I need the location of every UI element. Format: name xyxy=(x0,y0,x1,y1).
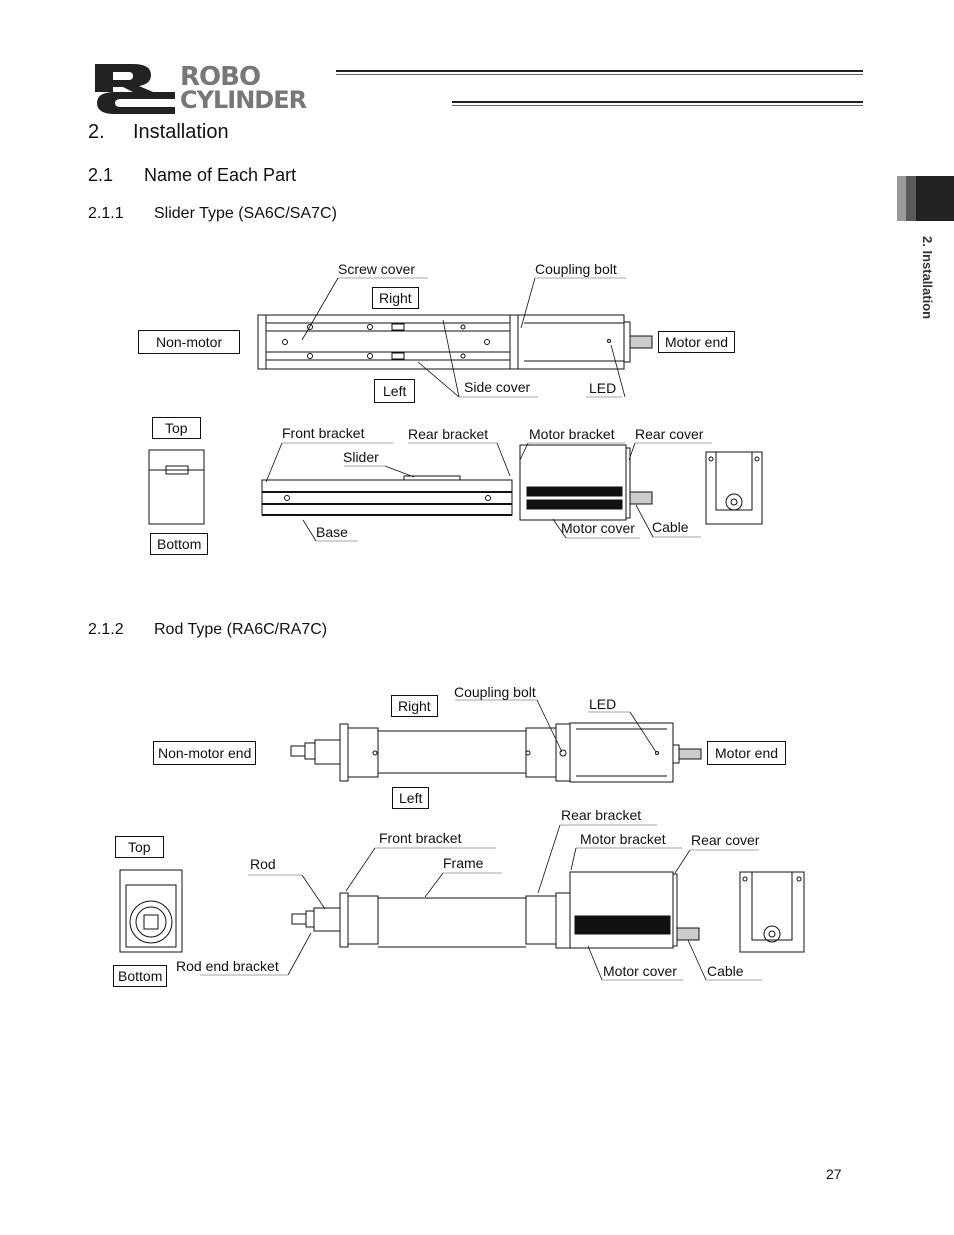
label-coupling-bolt: Coupling bolt xyxy=(535,261,617,277)
box-bottom: Bottom xyxy=(113,965,168,987)
label-rear-cover: Rear cover xyxy=(691,832,760,848)
label-front-bracket: Front bracket xyxy=(379,830,462,846)
label-motor-bracket: Motor bracket xyxy=(529,426,615,442)
label-frame: Frame xyxy=(443,855,484,871)
label-rod-end-bracket: Rod end bracket xyxy=(176,958,279,974)
box-non-motor: Non-motor xyxy=(138,330,241,354)
label-rear-cover: Rear cover xyxy=(635,426,704,442)
label-led: LED xyxy=(589,380,617,396)
box-left: Left xyxy=(374,379,416,403)
box-right: Right xyxy=(391,695,438,717)
box-bottom: Bottom xyxy=(150,533,209,555)
box-motor-end: Motor end xyxy=(707,741,787,765)
page-number: 27 xyxy=(826,1166,842,1182)
rod-top-view xyxy=(290,722,702,783)
label-rear-bracket: Rear bracket xyxy=(561,807,642,823)
label-base: Base xyxy=(316,524,348,540)
label-motor-cover: Motor cover xyxy=(561,520,635,536)
box-left: Left xyxy=(392,787,430,809)
label-motor-cover: Motor cover xyxy=(603,963,677,979)
slider-top-view xyxy=(257,314,653,370)
label-screw-cover: Screw cover xyxy=(338,261,416,277)
slider-side-view xyxy=(148,444,763,525)
rod-side-view xyxy=(119,869,805,953)
box-top: Top xyxy=(115,836,164,858)
label-front-bracket: Front bracket xyxy=(282,425,365,441)
label-cable: Cable xyxy=(652,519,689,535)
label-rod: Rod xyxy=(250,856,276,872)
box-top: Top xyxy=(152,417,201,439)
rod-side-leaders xyxy=(200,824,762,981)
parts-diagrams xyxy=(119,277,805,981)
label-side-cover: Side cover xyxy=(464,379,531,395)
box-non-motor-end: Non-motor end xyxy=(153,741,257,765)
label-coupling-bolt: Coupling bolt xyxy=(454,684,536,700)
label-slider: Slider xyxy=(343,449,379,465)
label-led: LED xyxy=(589,696,617,712)
box-right: Right xyxy=(372,287,419,309)
label-cable: Cable xyxy=(707,963,744,979)
box-motor-end: Motor end xyxy=(658,331,736,353)
label-rear-bracket: Rear bracket xyxy=(408,426,489,442)
label-motor-bracket: Motor bracket xyxy=(580,831,666,847)
